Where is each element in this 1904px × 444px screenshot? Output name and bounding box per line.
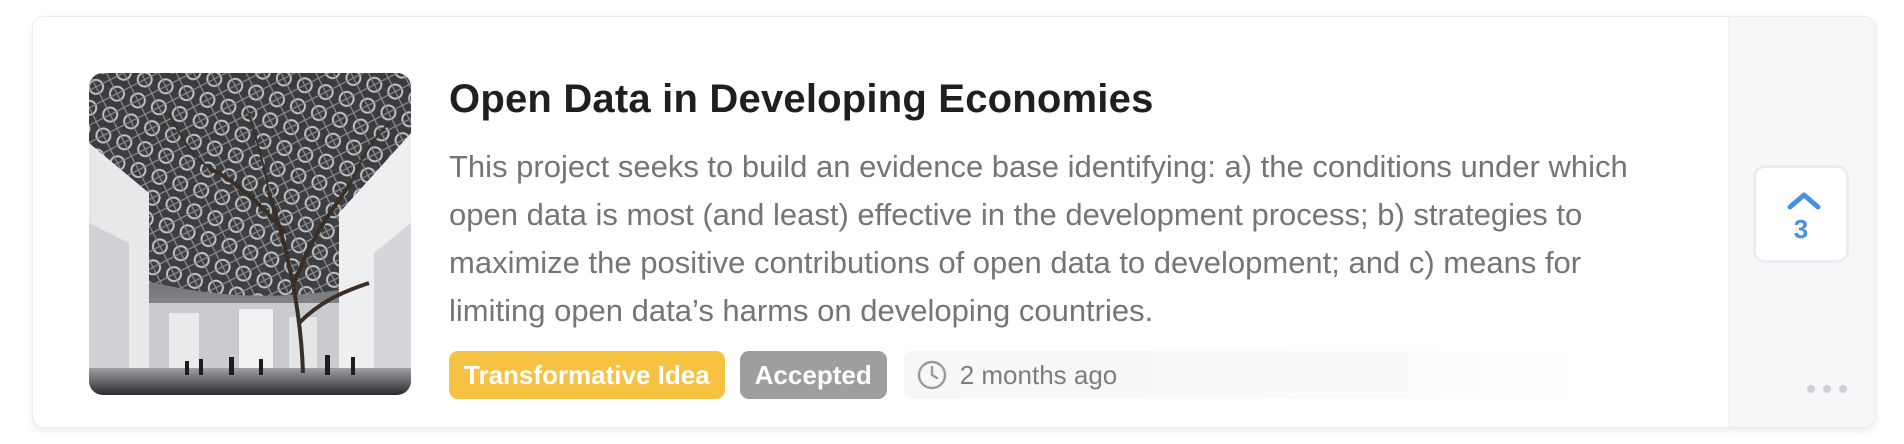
timestamp: 2 months ago — [903, 351, 1584, 399]
idea-meta: Transformative Idea Accepted 2 months ag… — [449, 350, 1584, 400]
idea-title[interactable]: Open Data in Developing Economies — [449, 73, 1679, 125]
dot — [1807, 385, 1815, 393]
clock-icon — [917, 360, 946, 390]
dot — [1823, 385, 1831, 393]
chevron-up-icon — [1787, 192, 1821, 210]
vote-panel: 3 — [1728, 17, 1875, 427]
dot — [1839, 385, 1847, 393]
status-badge: Accepted — [739, 351, 887, 399]
idea-card[interactable]: Open Data in Developing Economies This p… — [32, 16, 1876, 428]
idea-thumbnail[interactable] — [89, 73, 411, 395]
upvote-button[interactable]: 3 — [1753, 165, 1849, 263]
museum-dome-photo — [89, 73, 411, 395]
vote-count: 3 — [1793, 214, 1809, 244]
more-dots-icon[interactable] — [1807, 385, 1847, 397]
idea-description: This project seeks to build an evidence … — [449, 149, 1628, 328]
timestamp-text: 2 months ago — [959, 359, 1118, 390]
idea-content: Open Data in Developing Economies This p… — [449, 73, 1679, 335]
category-badge[interactable]: Transformative Idea — [449, 351, 725, 399]
